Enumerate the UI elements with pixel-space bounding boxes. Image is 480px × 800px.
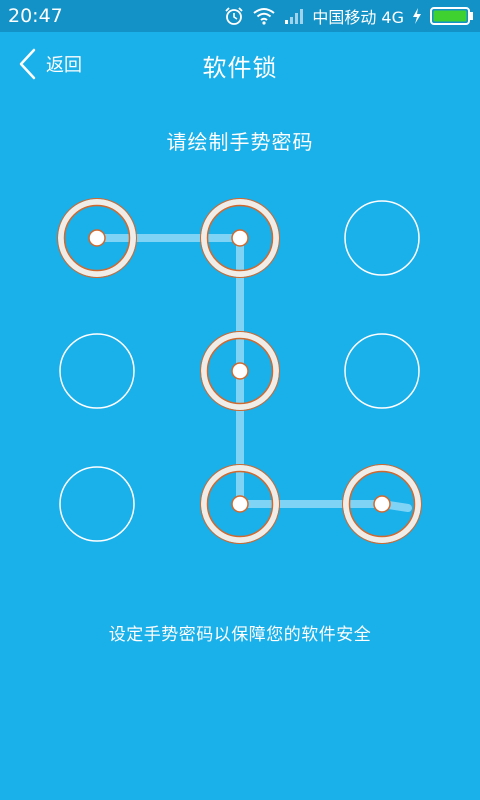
page-title: 软件锁 [202, 54, 278, 82]
pattern-dot-6[interactable] [344, 333, 420, 409]
pattern-prompt: 请绘制手势密码 [166, 130, 314, 154]
charging-icon [412, 7, 422, 25]
pattern-dot-4[interactable] [59, 333, 135, 409]
wifi-icon [252, 7, 276, 25]
signal-icon [284, 7, 304, 25]
battery-icon [430, 6, 474, 26]
pattern-hint: 设定手势密码以保障您的软件安全 [108, 625, 372, 645]
status-bar: 20:47 中国移动 4G [0, 0, 480, 32]
status-icons: 中国移动 4G [224, 0, 474, 32]
alarm-icon [224, 6, 244, 26]
pattern-dot-3[interactable] [344, 200, 420, 276]
status-time: 20:47 [8, 5, 63, 27]
pattern-canvas[interactable] [0, 180, 480, 560]
carrier-label: 中国移动 4G [312, 8, 404, 27]
nav-bar: 返回 软件锁 [0, 32, 480, 96]
pattern-lock-grid[interactable] [0, 180, 480, 560]
pattern-dot-7[interactable] [59, 466, 135, 542]
